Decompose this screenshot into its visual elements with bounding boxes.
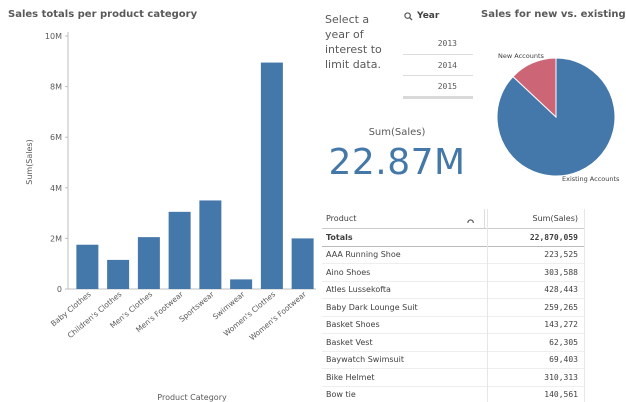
table-row[interactable]: Aino Shoes 303,588 bbox=[322, 264, 584, 282]
bar-chart[interactable]: 02M4M6M8M10MBaby ClothesChildren's Cloth… bbox=[0, 20, 318, 402]
bar[interactable] bbox=[107, 259, 130, 289]
y-tick-label: 4M bbox=[50, 184, 62, 193]
table-row[interactable]: Atles Lussekofta 428,443 bbox=[322, 282, 584, 299]
search-icon bbox=[404, 11, 413, 21]
x-tick-label: Children's Clothes bbox=[66, 290, 124, 340]
sales-value-cell: 69,403 bbox=[549, 355, 578, 365]
table-row[interactable]: AAA Running Shoe 223,525 bbox=[322, 247, 584, 264]
table-totals-row: Totals 22,870,059 bbox=[322, 229, 584, 247]
y-tick-label: 10M bbox=[45, 32, 62, 41]
y-tick-label: 2M bbox=[50, 234, 62, 243]
bar[interactable] bbox=[76, 244, 99, 289]
table-row[interactable]: Baywatch Swimsuit 69,403 bbox=[322, 352, 584, 369]
kpi-value: 22.87M bbox=[328, 142, 466, 183]
product-name-cell: Atles Lussekofta bbox=[326, 285, 391, 295]
totals-value: 22,870,059 bbox=[529, 232, 578, 242]
sales-value-cell: 259,265 bbox=[544, 302, 578, 312]
sales-value-cell: 140,561 bbox=[544, 390, 578, 400]
year-option-2015[interactable]: 2015 bbox=[403, 75, 473, 96]
column-header-sales[interactable]: Sum(Sales) bbox=[484, 209, 584, 228]
year-option-2013[interactable]: 2013 bbox=[403, 33, 473, 54]
sales-table: Product Sum(Sales) Totals 22,870,059 AAA… bbox=[322, 209, 584, 402]
pie-label-existing-accounts: Existing Accounts bbox=[562, 175, 620, 183]
x-axis-title: Product Category bbox=[157, 393, 227, 402]
bar[interactable] bbox=[260, 62, 283, 289]
pie-label-new-accounts: New Accounts bbox=[498, 52, 544, 60]
pie-chart-title: Sales for new vs. existing... bbox=[481, 9, 626, 20]
product-name-cell: Baby Dark Lounge Suit bbox=[326, 302, 418, 312]
table-column-divider bbox=[487, 209, 488, 402]
product-name-cell: AAA Running Shoe bbox=[326, 250, 401, 260]
sales-value-cell: 303,588 bbox=[544, 267, 578, 277]
table-row[interactable]: Bow tie 140,561 bbox=[322, 387, 584, 402]
x-tick-label: Women's Clothes bbox=[222, 290, 277, 339]
pie-chart[interactable]: New Accounts Existing Accounts bbox=[480, 22, 620, 187]
column-header-product[interactable]: Product bbox=[322, 214, 484, 223]
table-body: AAA Running Shoe 223,525 Aino Shoes 303,588… bbox=[322, 247, 584, 402]
bar[interactable] bbox=[168, 211, 191, 289]
table-right-border bbox=[584, 209, 585, 402]
y-tick-label: 8M bbox=[50, 83, 62, 92]
year-option-2014[interactable]: 2014 bbox=[403, 54, 473, 75]
filter-instructions: Select a year of interest to limit data. bbox=[325, 13, 382, 71]
sales-value-cell: 143,272 bbox=[544, 320, 578, 330]
sales-value-cell: 310,313 bbox=[544, 372, 578, 382]
table-header: Product Sum(Sales) bbox=[322, 209, 584, 229]
search-icon[interactable] bbox=[467, 219, 476, 223]
bar[interactable] bbox=[137, 237, 160, 289]
sales-value-cell: 223,525 bbox=[544, 250, 578, 260]
y-tick-label: 6M bbox=[50, 133, 62, 142]
product-name-cell: Basket Vest bbox=[326, 337, 373, 347]
sales-value-cell: 428,443 bbox=[544, 285, 578, 295]
year-filter-label: Year bbox=[417, 11, 440, 21]
table-row[interactable]: Basket Vest 62,305 bbox=[322, 334, 584, 352]
year-filter-header[interactable]: Year bbox=[404, 11, 439, 21]
x-tick-label: Women's Footwear bbox=[248, 289, 309, 342]
bar[interactable] bbox=[199, 200, 222, 289]
product-name-cell: Baywatch Swimsuit bbox=[326, 355, 404, 365]
table-row[interactable]: Basket Shoes 143,272 bbox=[322, 317, 584, 334]
column-header-product-label: Product bbox=[326, 214, 357, 223]
product-name-cell: Basket Shoes bbox=[326, 320, 380, 330]
kpi-label: Sum(Sales) bbox=[368, 127, 426, 138]
product-name-cell: Bow tie bbox=[326, 390, 356, 400]
y-axis-title: Sum(Sales) bbox=[25, 139, 34, 184]
year-list: 2013 2014 2015 bbox=[403, 33, 473, 99]
product-name-cell: Aino Shoes bbox=[326, 267, 371, 277]
bar[interactable] bbox=[230, 279, 253, 289]
table-row[interactable]: Baby Dark Lounge Suit 259,265 bbox=[322, 299, 584, 317]
table-row[interactable]: Bike Helmet 310,313 bbox=[322, 369, 584, 387]
sales-value-cell: 62,305 bbox=[549, 337, 578, 347]
bar-chart-title: Sales totals per product category bbox=[8, 9, 198, 20]
y-tick-label: 0 bbox=[57, 285, 62, 294]
x-tick-label: Sportswear bbox=[177, 289, 216, 324]
product-name-cell: Bike Helmet bbox=[326, 372, 375, 382]
bar[interactable] bbox=[291, 238, 314, 289]
totals-label: Totals bbox=[326, 232, 353, 242]
